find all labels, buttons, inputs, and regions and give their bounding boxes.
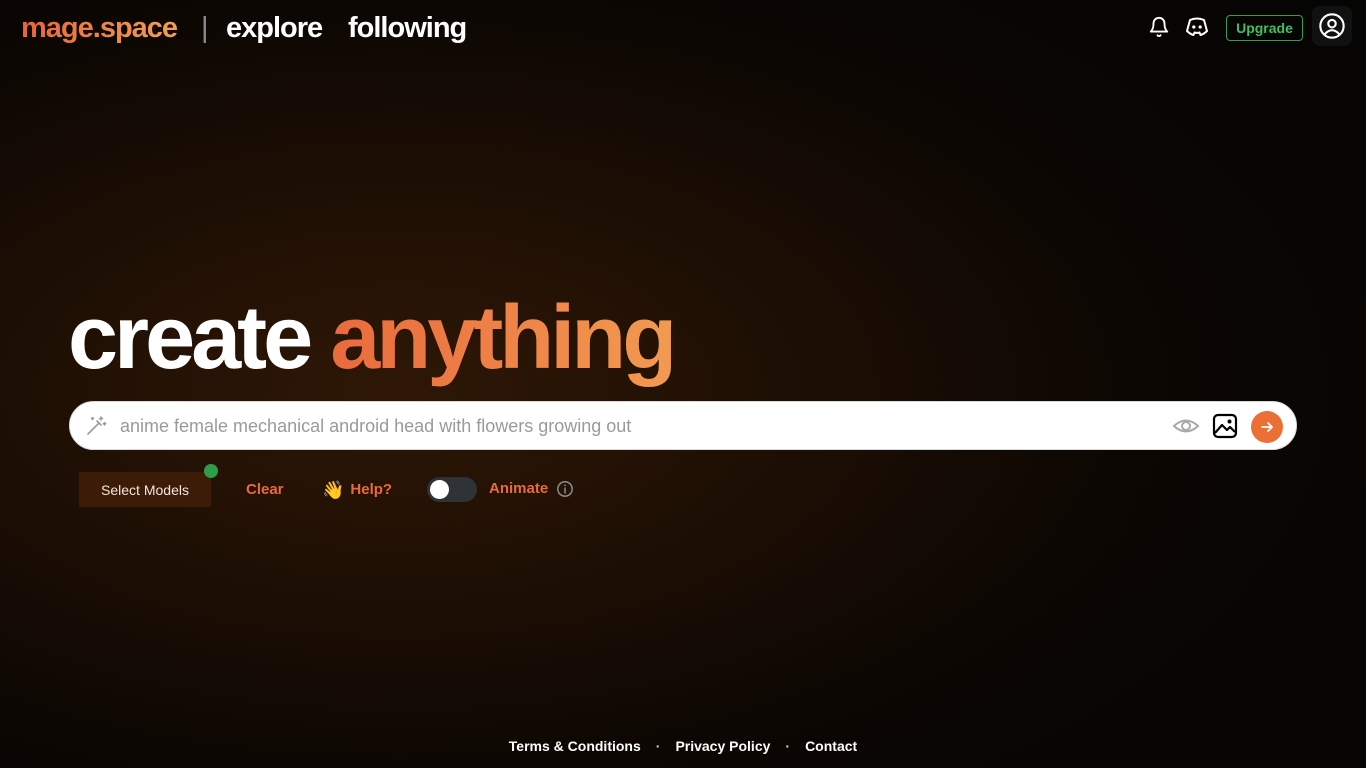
animate-toggle-knob [430,480,449,499]
privacy-policy-link[interactable]: Privacy Policy [675,738,770,754]
upgrade-button[interactable]: Upgrade [1226,15,1303,41]
arrow-right-icon [1261,422,1273,432]
animate-toggle[interactable] [427,477,477,502]
info-icon[interactable] [556,480,574,498]
nav-explore-link[interactable]: explore [226,10,323,46]
prompt-bar [69,401,1297,450]
hero-title-anything: anything [330,288,677,388]
discord-icon[interactable] [1184,14,1210,40]
user-circle-icon [1319,13,1345,39]
brand-divider: | [201,12,209,44]
hero-title-create: create [68,288,313,388]
notifications-bell-icon[interactable] [1146,14,1172,40]
top-header: mage.space | explore following Upgrade [0,0,1366,56]
eye-icon[interactable] [1172,413,1200,439]
footer-separator: · [785,738,791,754]
nav-following-link[interactable]: following [348,10,467,46]
generate-submit-button[interactable] [1251,411,1283,443]
clear-button[interactable]: Clear [246,480,284,500]
account-avatar-button[interactable] [1312,6,1352,46]
waving-hand-icon: 👋 [322,480,345,500]
prompt-input[interactable] [120,409,1160,443]
terms-link[interactable]: Terms & Conditions [509,738,641,754]
footer: Terms & Conditions · Privacy Policy · Co… [0,736,1366,756]
hero-title: create anything [68,288,677,388]
contact-link[interactable]: Contact [805,738,857,754]
models-status-dot [204,464,218,478]
select-models-button[interactable]: Select Models [79,472,211,507]
help-label: Help? [350,481,393,498]
footer-separator: · [655,738,661,754]
help-button[interactable]: 👋 Help? [322,479,392,501]
image-upload-icon[interactable] [1212,413,1238,439]
magic-wand-icon [87,416,107,435]
brand-logo-link[interactable]: mage.space [21,10,178,46]
animate-label: Animate [489,480,549,497]
